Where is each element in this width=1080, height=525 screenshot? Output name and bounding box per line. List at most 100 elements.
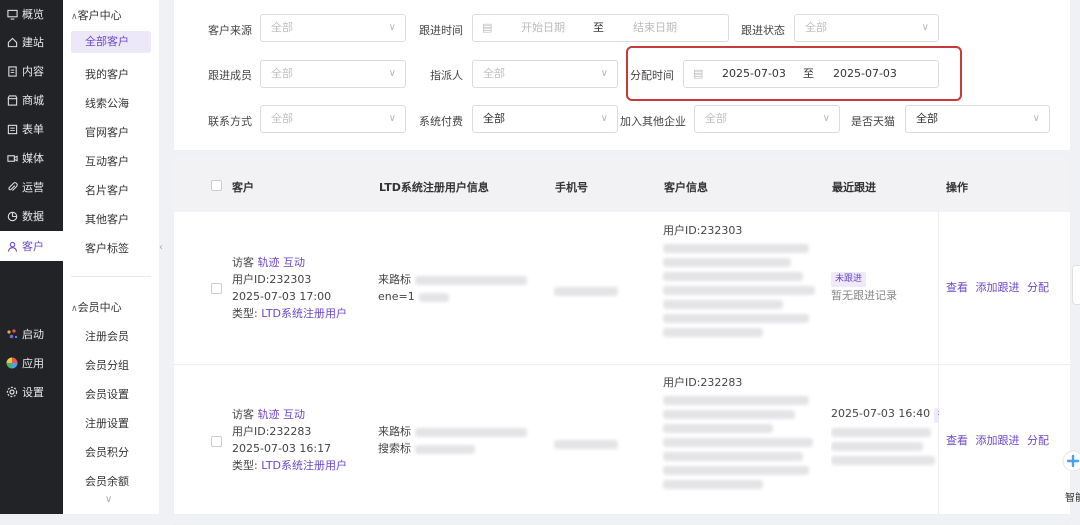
follow-time-range[interactable]: ▤ 开始日期 至 结束日期 <box>472 14 729 42</box>
nav-label: 设置 <box>22 386 44 399</box>
interact-link[interactable]: 互动 <box>283 408 305 421</box>
nav-label: 概览 <box>22 8 44 21</box>
primary-nav: 概览 建站 内容 商城 表单 媒体 运营 数据 客户 启动 应用 设置 <box>0 0 63 514</box>
redacted-text <box>663 396 809 405</box>
type-link[interactable]: LTD系统注册用户 <box>261 307 347 320</box>
highlight-annotation <box>626 46 962 101</box>
nav-item-shop[interactable]: 商城 <box>0 86 63 114</box>
redacted-text <box>663 438 813 447</box>
nav-item-operation[interactable]: 运营 <box>0 173 63 201</box>
redacted-phone <box>554 287 618 296</box>
paperclip-icon <box>6 181 18 193</box>
redacted-text <box>663 424 773 433</box>
info-user-id: 用户ID:232303 <box>663 224 743 237</box>
other-enterprise-select[interactable]: 全部 ∨ <box>694 105 840 133</box>
table-header: 客户 LTD系统注册用户信息 手机号 客户信息 最近跟进 操作 <box>174 158 1070 212</box>
nav-item-apps[interactable]: 应用 <box>0 349 63 377</box>
nav-item-data[interactable]: 数据 <box>0 202 63 230</box>
sub-item-interactive-customers[interactable]: 互动客户 <box>85 153 129 169</box>
ltd-info-cell: 来路标 ene=1 <box>378 271 543 305</box>
sub-item-member-points[interactable]: 会员积分 <box>85 444 129 460</box>
section-member-center[interactable]: ∧会员中心 <box>71 299 122 315</box>
assign-link[interactable]: 分配 <box>1027 434 1049 447</box>
chevron-down-icon[interactable]: ∨ <box>105 494 112 505</box>
actions-cell: 查看 添加跟进 分配 <box>946 279 1049 296</box>
redacted-text <box>663 452 803 461</box>
redacted-text <box>663 300 783 309</box>
nav-item-settings[interactable]: 设置 <box>0 378 63 406</box>
sub-item-lead-pool[interactable]: 线索公海 <box>85 95 129 111</box>
sub-item-member-settings[interactable]: 会员设置 <box>85 386 129 402</box>
sub-item-all-customers[interactable]: 全部客户 <box>71 31 151 53</box>
assign-link[interactable]: 分配 <box>1027 281 1049 294</box>
sub-item-card-customers[interactable]: 名片客户 <box>85 182 129 198</box>
view-link[interactable]: 查看 <box>946 281 968 294</box>
customer-cell: 访客 轨迹 互动 用户ID:232283 2025-07-03 16:17 类型… <box>232 408 348 472</box>
table-row: 访客 轨迹 互动 用户ID:232303 2025-07-03 17:00 类型… <box>174 212 1070 365</box>
monitor-icon <box>6 8 18 20</box>
sub-item-other-customers[interactable]: 其他客户 <box>85 211 129 227</box>
header-ltd-user-info: LTD系统注册用户信息 <box>379 181 489 194</box>
follow-member-select[interactable]: 全部 ∨ <box>260 60 406 88</box>
track-link[interactable]: 轨迹 <box>258 256 280 269</box>
apps-icon <box>6 357 18 369</box>
sub-item-registered-members[interactable]: 注册会员 <box>85 328 129 344</box>
chevron-up-icon: ∧ <box>71 304 78 314</box>
redacted-text <box>663 258 791 267</box>
redacted-text <box>663 480 763 489</box>
sub-item-customer-tags[interactable]: 客户标签 <box>85 240 129 256</box>
assignee-select[interactable]: 全部 ∨ <box>472 60 618 88</box>
follow-status-select[interactable]: 全部 ∨ <box>794 14 939 42</box>
sub-item-website-customers[interactable]: 官网客户 <box>85 124 129 140</box>
nav-item-overview[interactable]: 概览 <box>0 0 63 28</box>
add-follow-link[interactable]: 添加跟进 <box>976 281 1020 294</box>
redacted-text <box>831 428 931 437</box>
sub-item-member-balance[interactable]: 会员余额 <box>85 473 129 489</box>
row-checkbox[interactable] <box>211 283 222 294</box>
contact-select[interactable]: 全部 ∨ <box>260 105 406 133</box>
tmall-select[interactable]: 全部 ∨ <box>905 105 1050 133</box>
redacted-text <box>663 244 809 253</box>
header-phone: 手机号 <box>555 181 588 194</box>
header-customer: 客户 <box>232 181 254 194</box>
nav-item-launch[interactable]: 启动 <box>0 320 63 348</box>
created-time: 2025-07-03 17:00 <box>232 290 332 303</box>
home-icon <box>6 36 18 48</box>
sub-item-member-groups[interactable]: 会员分组 <box>85 357 129 373</box>
nav-label: 表单 <box>22 123 44 136</box>
nav-item-form[interactable]: 表单 <box>0 115 63 143</box>
filter-label-contact: 联系方式 <box>208 115 252 128</box>
sub-item-my-customers[interactable]: 我的客户 <box>85 66 129 82</box>
table-row: 访客 轨迹 互动 用户ID:232283 2025-07-03 16:17 类型… <box>174 365 1070 525</box>
phone-cell <box>554 282 618 301</box>
track-link[interactable]: 轨迹 <box>258 408 280 421</box>
row-checkbox[interactable] <box>211 436 222 447</box>
header-recent-follow: 最近跟进 <box>832 181 876 194</box>
nav-item-site[interactable]: 建站 <box>0 28 63 56</box>
paid-select[interactable]: 全部 ∨ <box>472 105 618 133</box>
recent-follow-cell: 未跟进 暂无跟进记录 <box>831 269 897 304</box>
redacted-text <box>663 314 809 323</box>
nav-item-media[interactable]: 媒体 <box>0 144 63 172</box>
smart-assistant-button[interactable]: 智能 <box>1058 446 1080 506</box>
assistant-icon <box>1062 450 1080 472</box>
nav-item-customer[interactable]: 客户 <box>0 231 63 261</box>
customer-cell: 访客 轨迹 互动 用户ID:232303 2025-07-03 17:00 类型… <box>232 256 348 320</box>
collapse-handle[interactable]: ‹ <box>156 237 166 257</box>
select-all-checkbox[interactable] <box>211 180 222 191</box>
view-link[interactable]: 查看 <box>946 434 968 447</box>
start-date-input[interactable]: 开始日期 <box>521 15 565 41</box>
source-select[interactable]: 全部 ∨ <box>260 14 406 42</box>
nav-label: 建站 <box>22 36 44 49</box>
redacted-text <box>831 442 923 451</box>
nav-item-content[interactable]: 内容 <box>0 57 63 85</box>
secondary-nav: ∧客户中心 全部客户 我的客户 线索公海 官网客户 互动客户 名片客户 其他客户… <box>63 0 159 514</box>
side-drawer-handle[interactable] <box>1072 265 1080 305</box>
redacted-text <box>663 328 763 337</box>
add-follow-link[interactable]: 添加跟进 <box>976 434 1020 447</box>
type-link[interactable]: LTD系统注册用户 <box>261 459 347 472</box>
interact-link[interactable]: 互动 <box>283 256 305 269</box>
end-date-input[interactable]: 结束日期 <box>633 15 677 41</box>
sub-item-registration-settings[interactable]: 注册设置 <box>85 415 129 431</box>
section-customer-center[interactable]: ∧客户中心 <box>71 7 122 23</box>
